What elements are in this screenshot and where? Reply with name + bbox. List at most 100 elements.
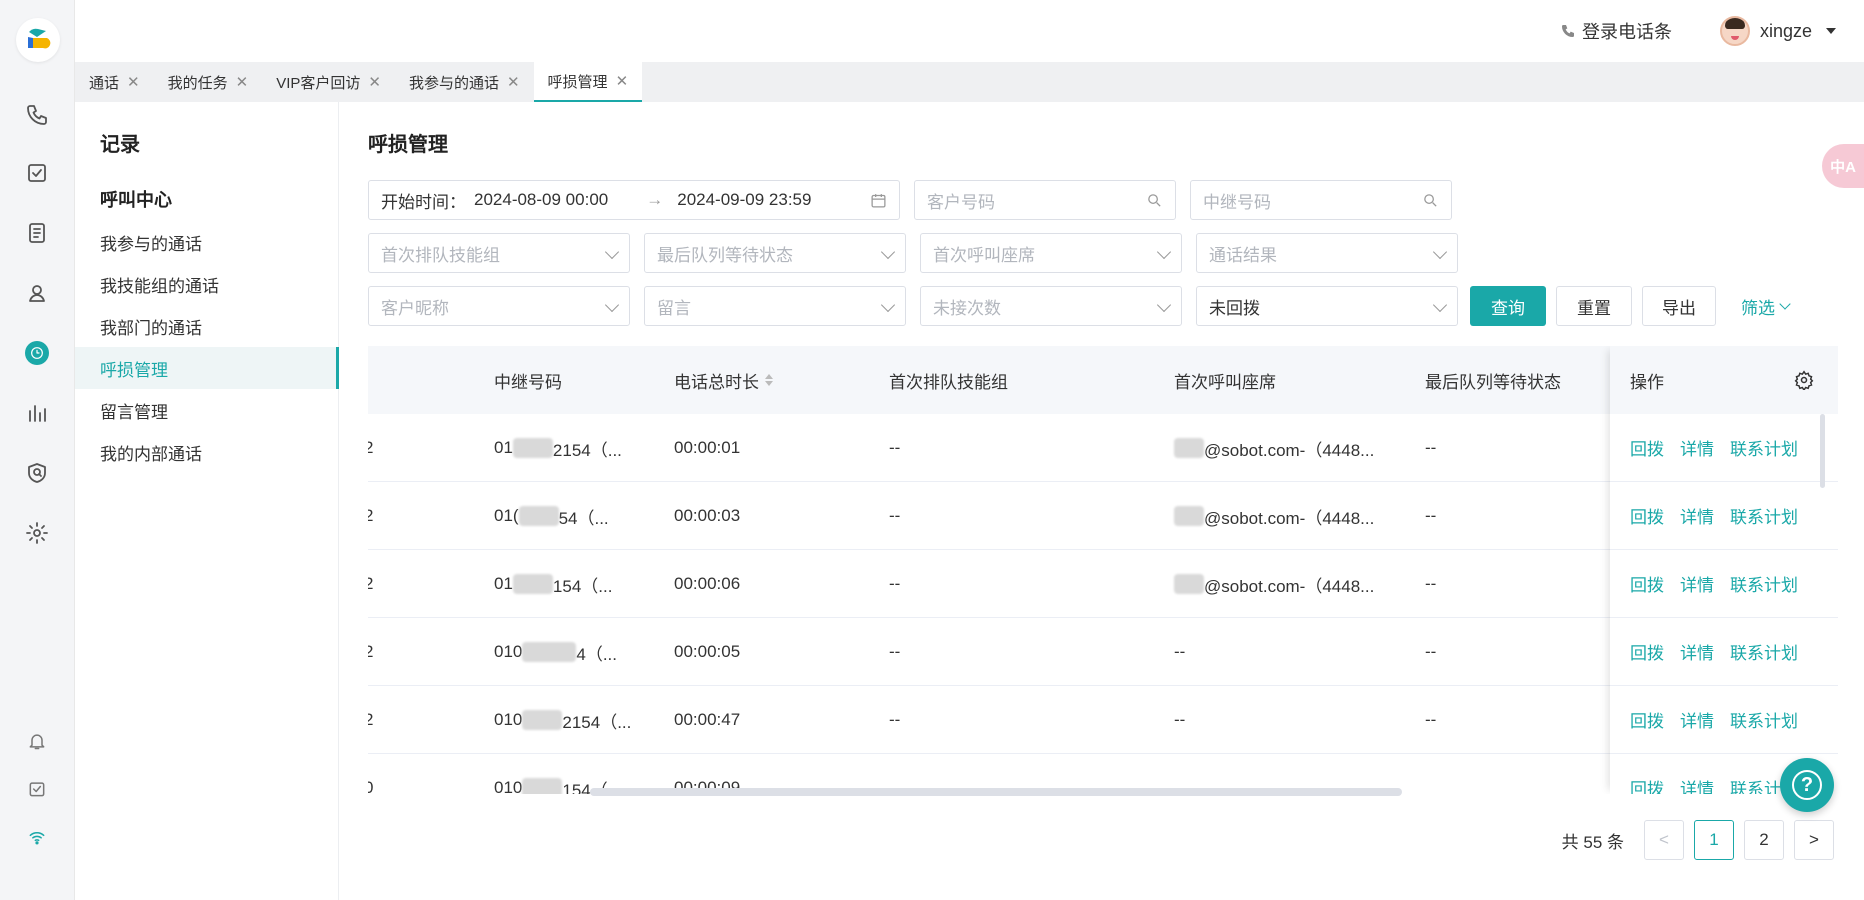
help-button[interactable]: ? xyxy=(1780,758,1834,812)
filter-toggle-button[interactable]: 筛选 xyxy=(1730,286,1800,326)
skill-group-placeholder: 首次排队技能组 xyxy=(381,245,500,265)
col-total-duration[interactable]: 电话总时长 xyxy=(674,346,773,414)
contact-plan-link[interactable]: 联系计划 xyxy=(1730,639,1798,664)
tab-calls[interactable]: 通话 ✕ xyxy=(75,62,154,102)
callback-link[interactable]: 回拨 xyxy=(1630,435,1664,460)
sidebar-item-call-loss-management[interactable]: 呼损管理 xyxy=(75,347,339,389)
detail-link[interactable]: 详情 xyxy=(1680,775,1714,794)
masked-digits xyxy=(522,710,563,730)
cell-truncated: 2 xyxy=(368,574,374,593)
customer-number-input[interactable]: 客户号码 xyxy=(914,180,1176,220)
search-icon[interactable] xyxy=(1146,192,1163,214)
task-check-icon[interactable] xyxy=(22,158,52,188)
chevron-down-icon xyxy=(1156,297,1172,313)
callback-link[interactable]: 回拨 xyxy=(1630,707,1664,732)
agent-text: @sobot.com-（4448... xyxy=(1204,440,1375,460)
page-1-button[interactable]: 1 xyxy=(1694,820,1734,860)
masked-digits xyxy=(512,438,553,458)
clock-icon[interactable] xyxy=(25,341,49,365)
trunk-number-input[interactable]: 中继号码 xyxy=(1190,180,1452,220)
cell-first-agent: -- xyxy=(1174,642,1186,661)
help-icon: ? xyxy=(1792,770,1822,800)
callback-link[interactable]: 回拨 xyxy=(1630,639,1664,664)
col-actions-header: 操作 xyxy=(1610,346,1838,414)
callback-status-select[interactable]: 未回拨 xyxy=(1196,286,1458,326)
top-right-area: 登录电话条 xingze xyxy=(1560,16,1836,46)
contact-plan-link[interactable]: 联系计划 xyxy=(1730,503,1798,528)
app-logo[interactable] xyxy=(16,18,60,62)
contact-plan-link[interactable]: 联系计划 xyxy=(1730,435,1798,460)
sidebar-item-department-calls[interactable]: 我部门的通话 xyxy=(75,305,339,347)
close-icon[interactable]: ✕ xyxy=(368,73,381,91)
close-icon[interactable]: ✕ xyxy=(507,73,520,91)
first-agent-select[interactable]: 首次呼叫座席 xyxy=(920,233,1182,273)
actions-row: 回拨 详情 联系计划 xyxy=(1610,482,1838,550)
detail-link[interactable]: 详情 xyxy=(1680,707,1714,732)
skill-group-select[interactable]: 首次排队技能组 xyxy=(368,233,630,273)
trunk-prefix: 010 xyxy=(494,778,523,794)
calendar-icon[interactable] xyxy=(870,192,887,214)
missed-count-placeholder: 未接次数 xyxy=(933,298,1001,318)
tab-call-loss-management[interactable]: 呼损管理 ✕ xyxy=(533,62,643,102)
date-start-value[interactable]: 2024-08-09 00:00 xyxy=(474,190,608,210)
chevron-down-icon xyxy=(1432,244,1448,260)
prev-page-button[interactable]: < xyxy=(1644,820,1684,860)
phone-icon[interactable] xyxy=(22,100,52,130)
tab-my-tasks[interactable]: 我的任务 ✕ xyxy=(154,62,263,102)
avatar[interactable] xyxy=(1719,16,1750,46)
horizontal-scrollbar[interactable] xyxy=(590,788,1402,796)
settings-gear-icon[interactable] xyxy=(22,518,52,548)
page-2-button[interactable]: 2 xyxy=(1744,820,1784,860)
vertical-scrollbar[interactable] xyxy=(1820,414,1825,488)
search-icon[interactable] xyxy=(1422,192,1439,214)
detail-link[interactable]: 详情 xyxy=(1680,435,1714,460)
contact-icon[interactable] xyxy=(22,278,52,308)
column-settings-gear-icon[interactable] xyxy=(1794,370,1814,395)
sort-icon[interactable] xyxy=(765,374,773,386)
detail-link[interactable]: 详情 xyxy=(1680,503,1714,528)
cell-trunk-number: 010 2154（... xyxy=(494,686,631,754)
queue-status-select[interactable]: 最后队列等待状态 xyxy=(644,233,906,273)
date-range-picker[interactable]: 开始时间： 2024-08-09 00:00 → 2024-09-09 23:5… xyxy=(368,180,900,220)
checklist-icon[interactable] xyxy=(22,774,52,804)
detail-link[interactable]: 详情 xyxy=(1680,639,1714,664)
bar-chart-icon[interactable] xyxy=(22,398,52,428)
reset-button[interactable]: 重置 xyxy=(1556,286,1632,326)
chevron-down-icon xyxy=(880,297,896,313)
tab-label: 我参与的通话 xyxy=(408,74,499,92)
trunk-prefix: 01 xyxy=(494,438,513,457)
chevron-down-icon[interactable] xyxy=(1826,28,1836,34)
translate-widget-button[interactable]: 中A xyxy=(1822,144,1864,188)
sidebar-item-message-management[interactable]: 留言管理 xyxy=(75,389,339,431)
date-end-value[interactable]: 2024-09-09 23:59 xyxy=(677,190,811,210)
shield-search-icon[interactable] xyxy=(22,458,52,488)
agent-text: @sobot.com-（4448... xyxy=(1204,508,1375,528)
close-icon[interactable]: ✕ xyxy=(127,73,140,91)
sidebar-item-skill-group-calls[interactable]: 我技能组的通话 xyxy=(75,263,339,305)
login-phone-bar-button[interactable]: 登录电话条 xyxy=(1560,18,1672,44)
close-icon[interactable]: ✕ xyxy=(236,73,249,91)
export-button[interactable]: 导出 xyxy=(1642,286,1716,326)
close-icon[interactable]: ✕ xyxy=(616,72,629,90)
bell-icon[interactable] xyxy=(22,726,52,756)
tab-vip-followup[interactable]: VIP客户回访 ✕ xyxy=(262,62,395,102)
detail-link[interactable]: 详情 xyxy=(1680,571,1714,596)
sidebar-item-internal-calls[interactable]: 我的内部通话 xyxy=(75,431,339,473)
contact-plan-link[interactable]: 联系计划 xyxy=(1730,707,1798,732)
callback-link[interactable]: 回拨 xyxy=(1630,775,1664,794)
message-select[interactable]: 留言 xyxy=(644,286,906,326)
sidebar-item-my-participated-calls[interactable]: 我参与的通话 xyxy=(75,221,339,263)
query-button[interactable]: 查询 xyxy=(1470,286,1546,326)
username[interactable]: xingze xyxy=(1760,21,1812,42)
tab-my-participated-calls[interactable]: 我参与的通话 ✕ xyxy=(395,62,534,102)
call-result-select[interactable]: 通话结果 xyxy=(1196,233,1458,273)
contact-plan-link[interactable]: 联系计划 xyxy=(1730,571,1798,596)
document-icon[interactable] xyxy=(22,218,52,248)
next-page-button[interactable]: > xyxy=(1794,820,1834,860)
callback-link[interactable]: 回拨 xyxy=(1630,571,1664,596)
customer-nickname-select[interactable]: 客户昵称 xyxy=(368,286,630,326)
missed-count-select[interactable]: 未接次数 xyxy=(920,286,1182,326)
callback-link[interactable]: 回拨 xyxy=(1630,503,1664,528)
masked-digits xyxy=(1174,506,1204,526)
masked-digits xyxy=(1174,438,1204,458)
